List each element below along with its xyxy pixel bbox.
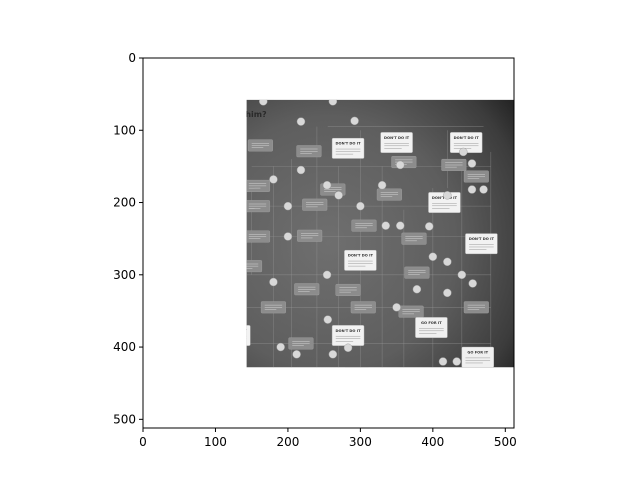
yes-no-node <box>428 252 438 261</box>
question-box <box>408 380 433 392</box>
dont-do-it-label: DON'T DO IT <box>348 254 374 258</box>
y-axis: 0 100 200 300 400 500 <box>113 51 143 426</box>
poster-subtitle: How to Play Things Right. <box>347 74 442 82</box>
yes-no-node <box>269 175 278 184</box>
poster-title: SHOULD I TEXT HIM? <box>212 69 356 83</box>
question-box <box>194 312 219 324</box>
yes-no-node <box>323 315 332 324</box>
yes-no-node <box>356 201 365 211</box>
y-tick-label: 100 <box>113 123 136 137</box>
poster-background <box>246 99 514 368</box>
x-tick-label: 400 <box>421 435 444 449</box>
go-for-it-label: GO FOR IT <box>359 386 380 390</box>
dont-do-it-box <box>246 325 251 346</box>
dont-do-it-label: DON'T DO IT <box>384 136 410 140</box>
yes-no-node <box>452 357 461 366</box>
x-tick-label: 200 <box>276 435 299 449</box>
yes-no-node <box>468 279 477 288</box>
yes-no-node <box>443 257 452 266</box>
x-tick-label: 100 <box>204 435 227 449</box>
yes-no-node <box>412 285 422 294</box>
yes-no-node <box>457 270 467 279</box>
yes-no-node <box>467 159 477 168</box>
yes-no-node <box>438 357 448 366</box>
yes-no-node <box>283 232 293 241</box>
yes-no-node <box>479 185 488 194</box>
yes-no-node <box>206 261 214 269</box>
yes-no-node <box>219 180 227 188</box>
yes-no-node <box>343 343 353 352</box>
go-for-it-label: GO FOR IT <box>180 344 201 348</box>
x-tick-label: 0 <box>139 435 147 449</box>
yes-no-node <box>322 180 332 190</box>
y-tick-label: 300 <box>113 268 136 282</box>
go-for-it-label: GO FOR IT <box>421 321 442 325</box>
yes-no-node <box>396 221 405 230</box>
yes-no-node <box>425 222 434 231</box>
header-box <box>155 98 234 147</box>
yes-no-node <box>182 303 190 311</box>
yes-no-node <box>392 303 401 312</box>
dont-do-it-label: DON'T DO IT <box>222 329 248 333</box>
question-box <box>185 178 210 190</box>
dont-do-it-label: DON'T DO IT <box>454 136 480 140</box>
yes-no-node <box>296 117 306 126</box>
dont-do-it-box <box>144 198 176 218</box>
y-tick-label: 200 <box>113 196 136 210</box>
phone-icon <box>165 106 179 136</box>
yes-no-node <box>254 372 262 380</box>
yes-no-node <box>292 350 301 359</box>
phone-screen-icon <box>168 109 178 131</box>
yes-no-node <box>396 160 405 170</box>
go-for-it-box <box>353 382 385 402</box>
yes-no-node <box>276 342 285 352</box>
dont-do-it-label: DON'T DO IT <box>186 226 212 230</box>
yes-no-node <box>233 271 241 279</box>
yes-no-node <box>233 314 241 322</box>
y-tick-label: 400 <box>113 340 136 354</box>
dont-do-it-box <box>163 386 195 406</box>
yes-no-node <box>381 221 390 230</box>
yes-no-node <box>350 116 359 126</box>
yes-no-node <box>328 99 338 106</box>
yes-no-node <box>467 185 477 194</box>
x-axis: 0 100 200 300 400 500 <box>139 428 517 449</box>
dont-do-it-label: DON'T DO IT <box>336 329 362 333</box>
dont-do-it-label: DON'T DO IT <box>336 142 362 146</box>
yes-no-node <box>328 350 338 359</box>
poster-image: SHOULD I TEXT HIM?How to Play Things Rig… <box>141 69 514 406</box>
dont-do-it-label: DON'T DO IT <box>141 254 167 258</box>
yes-no-node <box>443 191 452 200</box>
yes-no-node <box>259 99 268 106</box>
yes-no-node <box>459 147 468 157</box>
dont-do-it-label: DON'T DO IT <box>167 390 193 394</box>
yes-no-node <box>334 191 343 200</box>
question-box <box>294 372 319 384</box>
yes-no-node <box>377 180 387 190</box>
yes-no-node <box>206 314 214 322</box>
x-tick-label: 500 <box>494 435 517 449</box>
header-box-label: Should I text him? <box>185 110 267 119</box>
yes-no-node <box>222 355 230 363</box>
x-tick-label: 300 <box>349 435 372 449</box>
yes-no-node <box>296 165 306 175</box>
yes-no-node <box>228 372 236 380</box>
yes-no-node <box>159 316 167 324</box>
question-box <box>344 367 369 368</box>
dont-do-it-label: DON'T DO IT <box>469 237 495 241</box>
question-box <box>228 377 253 389</box>
dont-do-it-label: DON'T DO IT <box>148 202 174 206</box>
yes-no-node <box>443 288 452 298</box>
go-for-it-label: GO FOR IT <box>467 351 488 355</box>
y-tick-label: 0 <box>128 51 136 65</box>
yes-no-node <box>283 201 293 211</box>
y-tick-label: 500 <box>113 412 136 426</box>
go-for-it-box <box>174 341 206 361</box>
figure: SHOULD I TEXT HIM?How to Play Things Rig… <box>113 51 517 449</box>
yes-no-node <box>269 277 278 287</box>
yes-no-node <box>322 270 332 279</box>
dont-do-it-box <box>183 222 215 242</box>
